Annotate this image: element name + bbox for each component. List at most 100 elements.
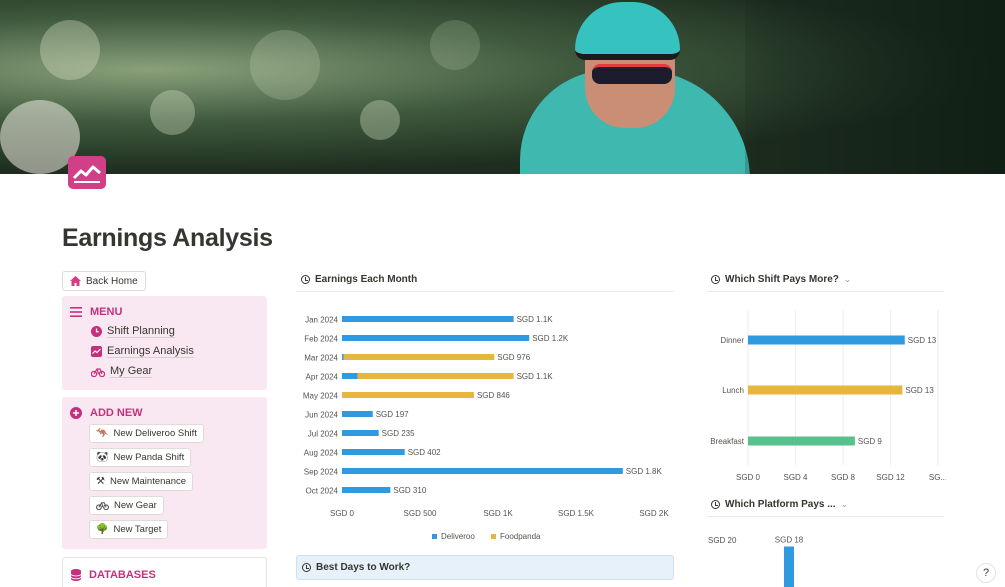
bar bbox=[748, 385, 903, 395]
x-tick-label: SGD 1.5K bbox=[558, 509, 595, 518]
earnings-month-label: Earnings Each Month bbox=[315, 274, 418, 285]
bicycle-icon bbox=[91, 367, 105, 377]
y-tick-label: Dinner bbox=[720, 336, 744, 345]
clock-icon bbox=[301, 275, 310, 284]
data-label: SGD 18 bbox=[775, 536, 804, 545]
back-home-button[interactable]: Back Home bbox=[62, 271, 146, 291]
add-new-panel: ADD NEW 🦘 New Deliveroo Shift 🐼 New Pand… bbox=[62, 397, 267, 549]
bicycle-icon bbox=[96, 502, 109, 510]
best-days-label: Best Days to Work? bbox=[316, 562, 411, 573]
best-days-title: Best Days to Work? bbox=[302, 562, 410, 573]
y-tick-label: SGD 20 bbox=[708, 536, 737, 545]
menu-item-label: Earnings Analysis bbox=[107, 345, 194, 358]
bar-deliveroo bbox=[342, 430, 379, 436]
menu-item-my-gear[interactable]: My Gear bbox=[91, 365, 153, 378]
new-maintenance-button[interactable]: ⚒ New Maintenance bbox=[89, 472, 194, 491]
add-button-label: New Target bbox=[113, 524, 162, 535]
data-label: SGD 1.1K bbox=[517, 372, 554, 381]
platform-pays-label: Which Platform Pays ... bbox=[725, 499, 836, 510]
help-icon: ? bbox=[982, 567, 990, 579]
menu-panel: MENU Shift Planning Earnings Analysis My… bbox=[62, 296, 267, 390]
y-tick-label: May 2024 bbox=[303, 392, 339, 401]
x-tick-label: SGD 4 bbox=[783, 473, 808, 482]
help-button[interactable]: ? bbox=[976, 563, 996, 583]
databases-heading: DATABASES bbox=[89, 569, 156, 581]
bar-deliveroo bbox=[342, 335, 530, 341]
data-label: SGD 310 bbox=[393, 486, 426, 495]
shift-pays-label: Which Shift Pays More? bbox=[725, 274, 839, 285]
new-deliveroo-shift-button[interactable]: 🦘 New Deliveroo Shift bbox=[89, 424, 204, 443]
data-label: SGD 1.2K bbox=[532, 334, 569, 343]
divider bbox=[296, 291, 674, 292]
data-label: SGD 197 bbox=[376, 410, 409, 419]
x-tick-label: SGD 0 bbox=[330, 509, 355, 518]
x-tick-label: SGD 2K bbox=[639, 509, 669, 518]
x-tick-label: SG... bbox=[929, 473, 946, 482]
bar-foodpanda bbox=[342, 392, 474, 398]
add-button-label: New Panda Shift bbox=[113, 452, 185, 463]
data-label: SGD 13 bbox=[905, 386, 934, 395]
menu-item-shift-planning[interactable]: Shift Planning bbox=[91, 325, 175, 338]
panda-icon: 🐼 bbox=[96, 452, 109, 463]
y-tick-label: Aug 2024 bbox=[304, 449, 339, 458]
add-button-label: New Gear bbox=[114, 500, 157, 511]
bar-deliveroo bbox=[342, 449, 405, 455]
y-tick-label: Oct 2024 bbox=[306, 487, 339, 496]
add-button-label: New Maintenance bbox=[109, 476, 187, 487]
kangaroo-icon: 🦘 bbox=[96, 428, 109, 439]
back-home-label: Back Home bbox=[86, 275, 138, 287]
page-title: Earnings Analysis bbox=[62, 224, 273, 252]
legend-label: Deliveroo bbox=[441, 532, 475, 541]
menu-item-earnings-analysis[interactable]: Earnings Analysis bbox=[91, 345, 194, 358]
add-button-label: New Deliveroo Shift bbox=[113, 428, 197, 439]
menu-heading: MENU bbox=[90, 306, 123, 318]
legend-label: Foodpanda bbox=[500, 532, 541, 541]
data-label: SGD 402 bbox=[408, 448, 441, 457]
data-label: SGD 9 bbox=[858, 437, 883, 446]
databases-panel[interactable]: DATABASES bbox=[62, 557, 267, 587]
chart-icon bbox=[91, 346, 102, 357]
x-tick-label: SGD 12 bbox=[876, 473, 905, 482]
menu-item-label: My Gear bbox=[110, 365, 153, 378]
earnings-month-chart: Jan 2024 SGD 1.1K Feb 2024 SGD 1.2K Mar 2024… bbox=[303, 315, 669, 541]
y-tick-label: Feb 2024 bbox=[304, 335, 338, 344]
data-label: SGD 846 bbox=[477, 391, 510, 400]
data-label: SGD 1.8K bbox=[626, 467, 663, 476]
platform-pays-chart: SGD 20 SGD 18 bbox=[708, 536, 804, 587]
bar-foodpanda bbox=[357, 373, 514, 379]
clock-icon bbox=[91, 326, 102, 337]
new-panda-shift-button[interactable]: 🐼 New Panda Shift bbox=[89, 448, 192, 467]
y-tick-label: Apr 2024 bbox=[306, 373, 339, 382]
tree-icon: 🌳 bbox=[96, 524, 109, 535]
y-tick-label: Jan 2024 bbox=[305, 316, 338, 325]
new-target-button[interactable]: 🌳 New Target bbox=[89, 520, 169, 539]
earnings-month-title[interactable]: Earnings Each Month bbox=[301, 274, 417, 285]
clock-icon bbox=[302, 563, 311, 572]
bar bbox=[748, 335, 905, 345]
x-tick-label: SGD 500 bbox=[404, 509, 437, 518]
platform-pays-title[interactable]: Which Platform Pays ... ⌄ bbox=[711, 499, 848, 510]
new-gear-button[interactable]: New Gear bbox=[89, 496, 164, 515]
shift-pays-title[interactable]: Which Shift Pays More? ⌄ bbox=[711, 274, 851, 285]
legend-swatch bbox=[432, 534, 437, 539]
best-days-callout[interactable]: Best Days to Work? bbox=[296, 555, 674, 580]
x-tick-label: SGD 0 bbox=[736, 473, 761, 482]
plus-circle-icon bbox=[70, 407, 82, 419]
clock-icon bbox=[711, 500, 720, 509]
bar-deliveroo bbox=[342, 354, 344, 360]
bar-deliveroo bbox=[342, 316, 514, 322]
add-new-heading: ADD NEW bbox=[90, 407, 143, 419]
shift-pays-chart: SGD 0 SGD 4 SGD 8 SGD 12 SG... Dinner SGD 13 Lu… bbox=[710, 310, 946, 482]
divider bbox=[706, 291, 944, 292]
data-label: SGD 976 bbox=[497, 353, 530, 362]
chevron-down-icon: ⌄ bbox=[843, 274, 852, 284]
tools-icon: ⚒ bbox=[96, 476, 105, 487]
bar-deliveroo bbox=[342, 487, 391, 493]
data-label: SGD 1.1K bbox=[517, 315, 554, 324]
chevron-down-icon: ⌄ bbox=[840, 499, 849, 509]
home-icon bbox=[70, 276, 81, 286]
y-tick-label: Mar 2024 bbox=[304, 354, 338, 363]
data-label: SGD 235 bbox=[382, 429, 415, 438]
cover-image bbox=[0, 0, 1005, 174]
bar-deliveroo bbox=[342, 373, 358, 379]
